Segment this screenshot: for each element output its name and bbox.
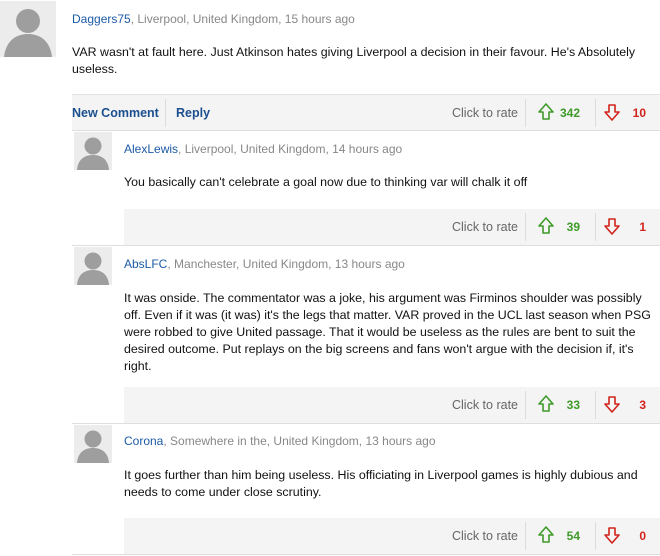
- comment-body: VAR wasn't at fault here. Just Atkinson …: [72, 45, 636, 76]
- comment-body: It was onside. The commentator was a jok…: [124, 291, 651, 373]
- divider: [525, 99, 526, 127]
- comment-header: Corona, Somewhere in the, United Kingdom…: [124, 434, 436, 448]
- comment-actions-bar: Click to rate 54 0: [124, 518, 660, 554]
- comment-actions-bar: Click to rate 39 1: [124, 209, 660, 245]
- arrow-down-icon[interactable]: [604, 103, 620, 121]
- avatar: [74, 247, 112, 285]
- comment-header: AbsLFC, Manchester, United Kingdom, 13 h…: [124, 257, 405, 271]
- reply-button[interactable]: Reply: [176, 106, 210, 120]
- divider: [72, 245, 660, 246]
- comment-body: You basically can't celebrate a goal now…: [124, 175, 528, 189]
- new-comment-button[interactable]: New Comment: [72, 106, 159, 120]
- divider: [72, 423, 660, 424]
- avatar-placeholder-icon: [74, 425, 112, 463]
- comment-actions-bar: New Comment Reply Click to rate 342 10: [72, 94, 660, 130]
- divider: [595, 213, 596, 241]
- author-link[interactable]: AlexLewis: [124, 142, 178, 156]
- author-link[interactable]: Daggers75: [72, 12, 131, 26]
- arrow-up-icon[interactable]: [538, 103, 554, 121]
- divider: [72, 554, 660, 555]
- downvote-count: 10: [632, 106, 646, 120]
- avatar-placeholder-icon: [0, 1, 56, 57]
- avatar-placeholder-icon: [74, 132, 112, 170]
- upvote-count: 39: [566, 220, 580, 234]
- comment-header: AlexLewis, Liverpool, United Kingdom, 14…: [124, 142, 402, 156]
- divider: [595, 391, 596, 419]
- comment-header: Daggers75, Liverpool, United Kingdom, 15…: [72, 12, 355, 26]
- arrow-down-icon[interactable]: [604, 217, 620, 235]
- divider: [525, 213, 526, 241]
- arrow-down-icon[interactable]: [604, 395, 620, 413]
- divider: [525, 391, 526, 419]
- downvote-count: 0: [639, 529, 646, 543]
- divider: [595, 99, 596, 127]
- arrow-up-icon[interactable]: [538, 526, 554, 544]
- divider: [595, 522, 596, 550]
- avatar: [0, 1, 56, 57]
- comment-meta: , Manchester, United Kingdom, 13 hours a…: [167, 257, 405, 271]
- divider: [525, 522, 526, 550]
- click-to-rate-label: Click to rate: [452, 529, 518, 543]
- comment-meta: , Liverpool, United Kingdom, 14 hours ag…: [178, 142, 403, 156]
- downvote-count: 1: [639, 220, 646, 234]
- upvote-count: 33: [566, 398, 580, 412]
- comment-body: It goes further than him being useless. …: [124, 468, 638, 499]
- click-to-rate-label: Click to rate: [452, 220, 518, 234]
- comment-actions-bar: Click to rate 33 3: [124, 387, 660, 423]
- divider: [72, 130, 660, 131]
- arrow-up-icon[interactable]: [538, 217, 554, 235]
- downvote-count: 3: [639, 398, 646, 412]
- divider: [165, 99, 166, 127]
- author-link[interactable]: AbsLFC: [124, 257, 167, 271]
- avatar: [74, 425, 112, 463]
- avatar: [74, 132, 112, 170]
- author-link[interactable]: Corona: [124, 434, 163, 448]
- upvote-count: 54: [566, 529, 580, 543]
- click-to-rate-label: Click to rate: [452, 398, 518, 412]
- arrow-down-icon[interactable]: [604, 526, 620, 544]
- comment-meta: , Liverpool, United Kingdom, 15 hours ag…: [130, 12, 355, 26]
- avatar-placeholder-icon: [74, 247, 112, 285]
- comment-meta: , Somewhere in the, United Kingdom, 13 h…: [163, 434, 436, 448]
- arrow-up-icon[interactable]: [538, 395, 554, 413]
- click-to-rate-label: Click to rate: [452, 106, 518, 120]
- upvote-count: 342: [559, 106, 580, 120]
